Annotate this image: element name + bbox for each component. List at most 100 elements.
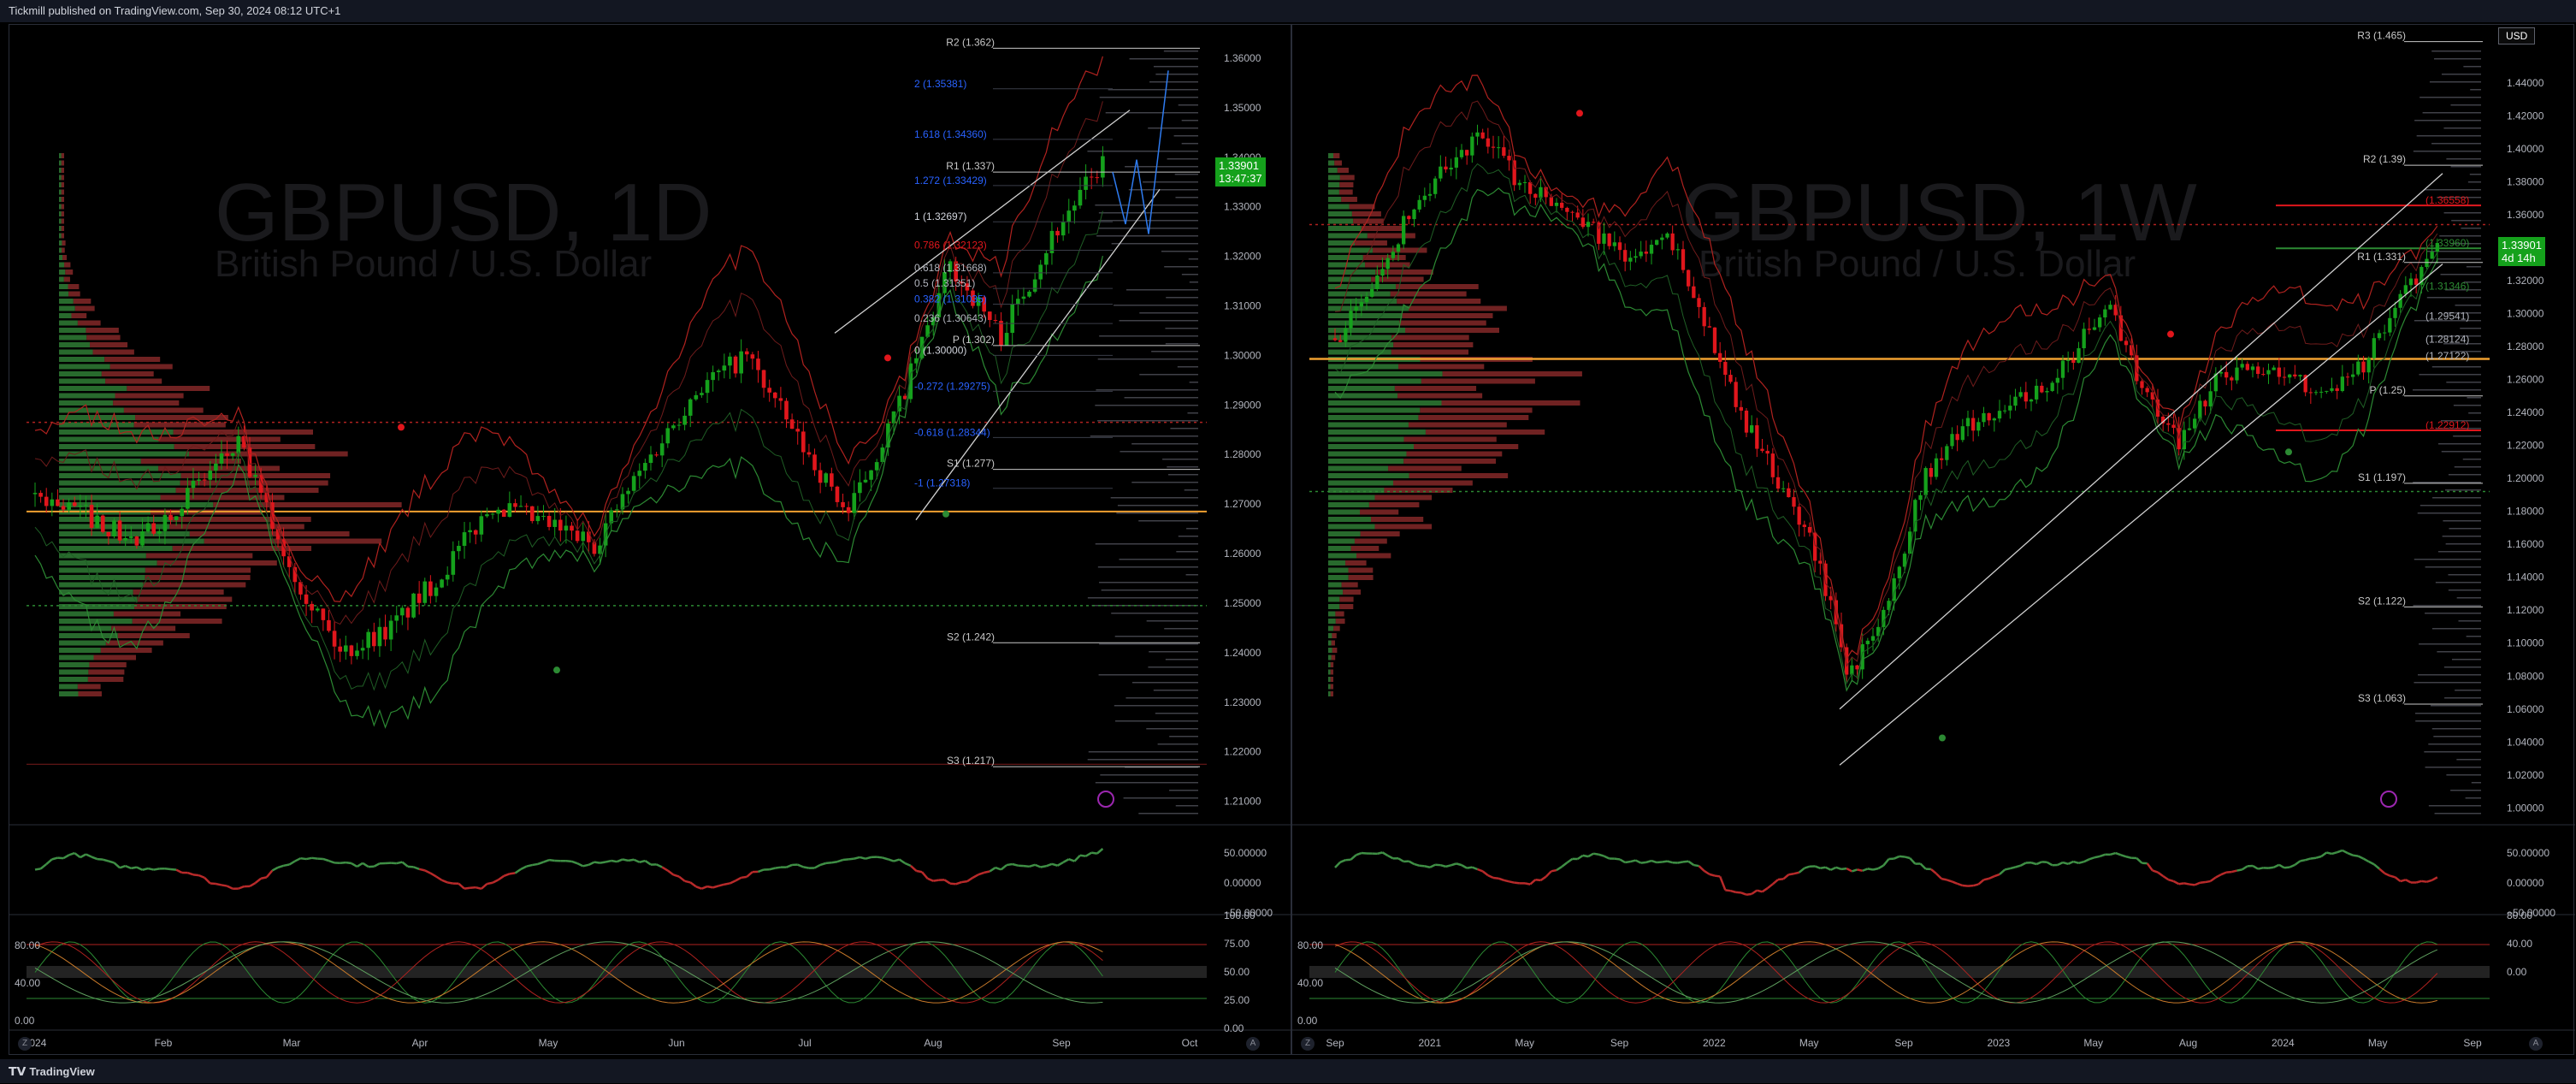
volume-profile-bar (59, 335, 86, 341)
session-volume-bar (2454, 405, 2481, 406)
momentum-segment (606, 861, 612, 862)
tradingview-logo[interactable]: 𝗧𝗩TradingView (9, 1059, 95, 1084)
momentum-segment (222, 885, 227, 886)
volume-profile-bar (1328, 546, 1351, 551)
momentum-segment (1989, 876, 1994, 879)
momentum-segment (1498, 879, 1504, 880)
volume-profile-bar (62, 204, 64, 210)
pivot-label: S2 (1.242) (947, 631, 995, 643)
momentum-segment (837, 860, 843, 862)
pivot-label: S3 (1.217) (947, 755, 995, 767)
volume-profile-bar (62, 153, 64, 158)
momentum-segment (1086, 853, 1092, 856)
momentum-segment (1510, 881, 1515, 882)
momentum-segment (2005, 868, 2010, 869)
session-volume-bar (1155, 74, 1198, 75)
volume-profile-bar (113, 400, 179, 406)
momentum-segment (984, 871, 990, 872)
candle-body (107, 532, 111, 536)
volume-profile-bar (89, 662, 126, 667)
volume-profile-bar (1328, 415, 1418, 420)
session-volume-bar (2437, 651, 2481, 653)
candle-body (38, 493, 43, 497)
timezone-icon[interactable]: Z (1301, 1037, 1315, 1051)
candle-body (2246, 364, 2249, 370)
volume-profile-bar (1328, 575, 1349, 580)
volume-profile-bar (1328, 371, 1443, 376)
osc2-tick-label: 0.00 (1297, 1015, 1318, 1027)
volume-profile-bar (1333, 626, 1340, 631)
volume-profile-bar (1350, 204, 1375, 210)
momentum-segment (668, 871, 674, 875)
momentum-segment (594, 862, 600, 863)
session-volume-bar (2445, 489, 2481, 491)
candle-body (2171, 424, 2175, 428)
momentum-segment (1440, 865, 1445, 867)
candle-body (2203, 400, 2207, 406)
momentum-segment (2148, 863, 2153, 870)
pivot-label: S1 (1.277) (947, 458, 995, 470)
candle-body (327, 620, 331, 631)
session-volume-bar (1098, 358, 1198, 360)
session-volume-bar (2418, 674, 2481, 676)
candle-body (157, 531, 162, 534)
momentum-segment (2079, 862, 2084, 863)
volume-profile-bar (1332, 633, 1336, 638)
session-volume-bar (2420, 505, 2481, 506)
x-tick-label: Sep (1610, 1037, 1629, 1049)
timezone-icon[interactable]: Z (18, 1037, 32, 1051)
volume-profile-bar (59, 175, 62, 181)
momentum-segment (718, 885, 724, 886)
session-volume-bar (2419, 374, 2481, 376)
momentum-segment (2168, 880, 2173, 881)
momentum-segment (532, 864, 538, 865)
weekly-chart-canvas[interactable]: 1.440001.420001.400001.380001.360001.340… (1292, 25, 2575, 1056)
candle-body (1602, 234, 1605, 244)
auto-scale-icon[interactable]: A (1246, 1037, 1260, 1051)
chart-panel-daily[interactable]: GBPUSD, 1D British Pound / U.S. Dollar 1… (9, 24, 1291, 1055)
candle-body (1771, 453, 1775, 477)
osc2-tick-label: 80.00 (2507, 909, 2532, 921)
candle-body (2071, 360, 2075, 363)
session-volume-bar (2431, 143, 2481, 145)
x-tick-label: May (2368, 1037, 2388, 1049)
momentum-segment (1863, 868, 1868, 870)
candle-body (304, 595, 309, 604)
momentum-segment (2337, 850, 2343, 852)
session-volume-bar (1098, 566, 1198, 568)
session-volume-bar (1126, 289, 1198, 291)
momentum-segment (1783, 874, 1788, 879)
momentum-segment (2416, 881, 2421, 883)
candle-body (784, 401, 789, 420)
candle-body (570, 525, 574, 530)
momentum-segment (820, 863, 826, 865)
volume-profile-bar (62, 226, 64, 231)
momentum-segment (2301, 860, 2306, 861)
momentum-segment (577, 863, 583, 866)
session-volume-bar (1143, 181, 1198, 183)
bar-countdown: 4d 14h (2502, 252, 2542, 264)
volume-profile-bar (1328, 379, 1421, 384)
session-volume-bar (2424, 751, 2481, 753)
candle-body (581, 531, 585, 541)
daily-chart-canvas[interactable]: 1.360001.350001.340001.330001.320001.310… (9, 25, 1292, 1056)
candle-body (2198, 400, 2201, 418)
volume-profile-bar (59, 648, 101, 653)
session-volume-bar (1114, 305, 1198, 306)
currency-selector[interactable]: USD (2498, 27, 2535, 44)
chart-panel-weekly[interactable]: GBPUSD, 1W British Pound / U.S. Dollar 1… (1291, 24, 2574, 1055)
volume-profile-bar (1328, 560, 1345, 566)
momentum-segment (1007, 864, 1013, 865)
volume-profile-bar (173, 517, 311, 522)
volume-profile-bar (59, 313, 71, 318)
momentum-segment (2364, 859, 2369, 862)
upper-band-line (1335, 75, 2437, 659)
candle-body (1581, 217, 1585, 227)
momentum-segment (1746, 894, 1752, 895)
session-volume-bar (2429, 805, 2481, 807)
volume-profile-bar (1328, 473, 1409, 478)
session-volume-bar (2444, 666, 2481, 668)
session-volume-bar (1126, 697, 1198, 699)
session-volume-bar (2460, 328, 2481, 329)
auto-scale-icon[interactable]: A (2529, 1037, 2543, 1051)
